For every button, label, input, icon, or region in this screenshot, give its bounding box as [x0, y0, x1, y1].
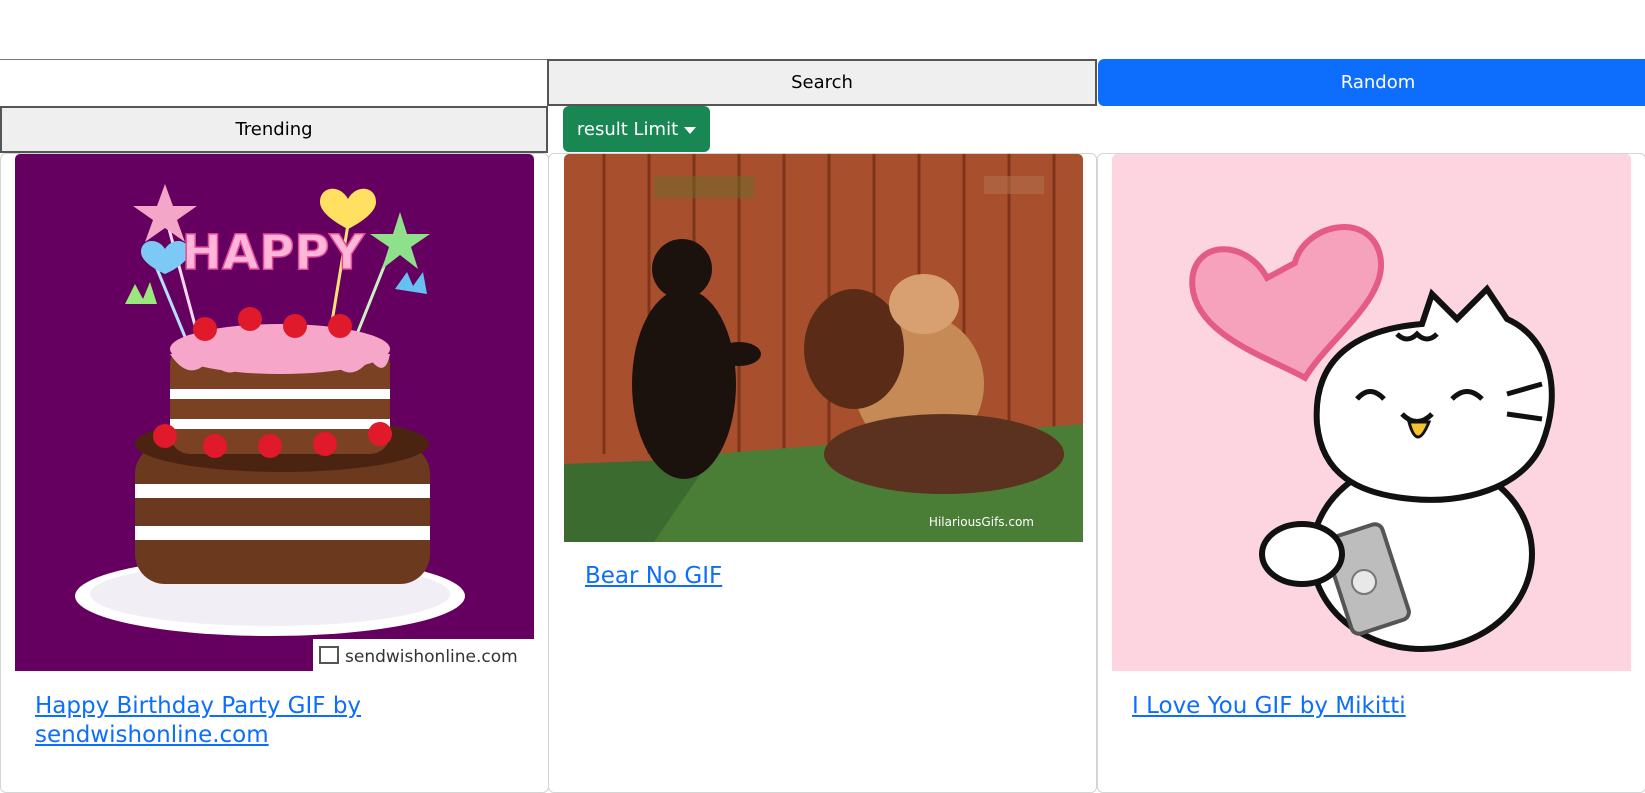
gif-results: HAPPY sendwishonline.com Happy Birthday … [0, 153, 1645, 793]
random-button[interactable]: Random [1098, 59, 1645, 106]
gif-title-link[interactable]: Happy Birthday Party GIF by sendwishonli… [35, 692, 515, 750]
gif-image-bear[interactable]: HilariousGifs.com [564, 154, 1083, 542]
search-button[interactable]: Search [547, 59, 1097, 106]
result-limit-label: result Limit [576, 118, 679, 140]
watermark-hilariousgifs: HilariousGifs.com [929, 515, 1034, 529]
gif-card: HilariousGifs.com Bear No GIF [548, 153, 1097, 793]
gif-card: HAPPY sendwishonline.com Happy Birthday … [0, 153, 549, 793]
cat-heart-illustration [1112, 154, 1631, 671]
bear-photo-illustration: HilariousGifs.com [564, 154, 1083, 542]
trending-button[interactable]: Trending [0, 106, 548, 153]
gif-card: I Love You GIF by Mikitti [1097, 153, 1645, 793]
gif-title-link[interactable]: I Love You GIF by Mikitti [1132, 692, 1612, 721]
gif-image-birthday-cake[interactable]: HAPPY sendwishonline.com [15, 154, 534, 671]
birthday-cake-illustration: HAPPY sendwishonline.com [15, 154, 534, 671]
watermark-sendwishonline: sendwishonline.com [345, 647, 518, 667]
search-input[interactable] [0, 59, 547, 103]
result-limit-dropdown[interactable]: result Limit [563, 106, 710, 152]
gif-image-cat-heart[interactable] [1112, 154, 1631, 671]
caret-down-icon [684, 126, 697, 134]
gif-title-link[interactable]: Bear No GIF [585, 562, 1065, 591]
cake-happy-text: HAPPY [182, 225, 366, 281]
